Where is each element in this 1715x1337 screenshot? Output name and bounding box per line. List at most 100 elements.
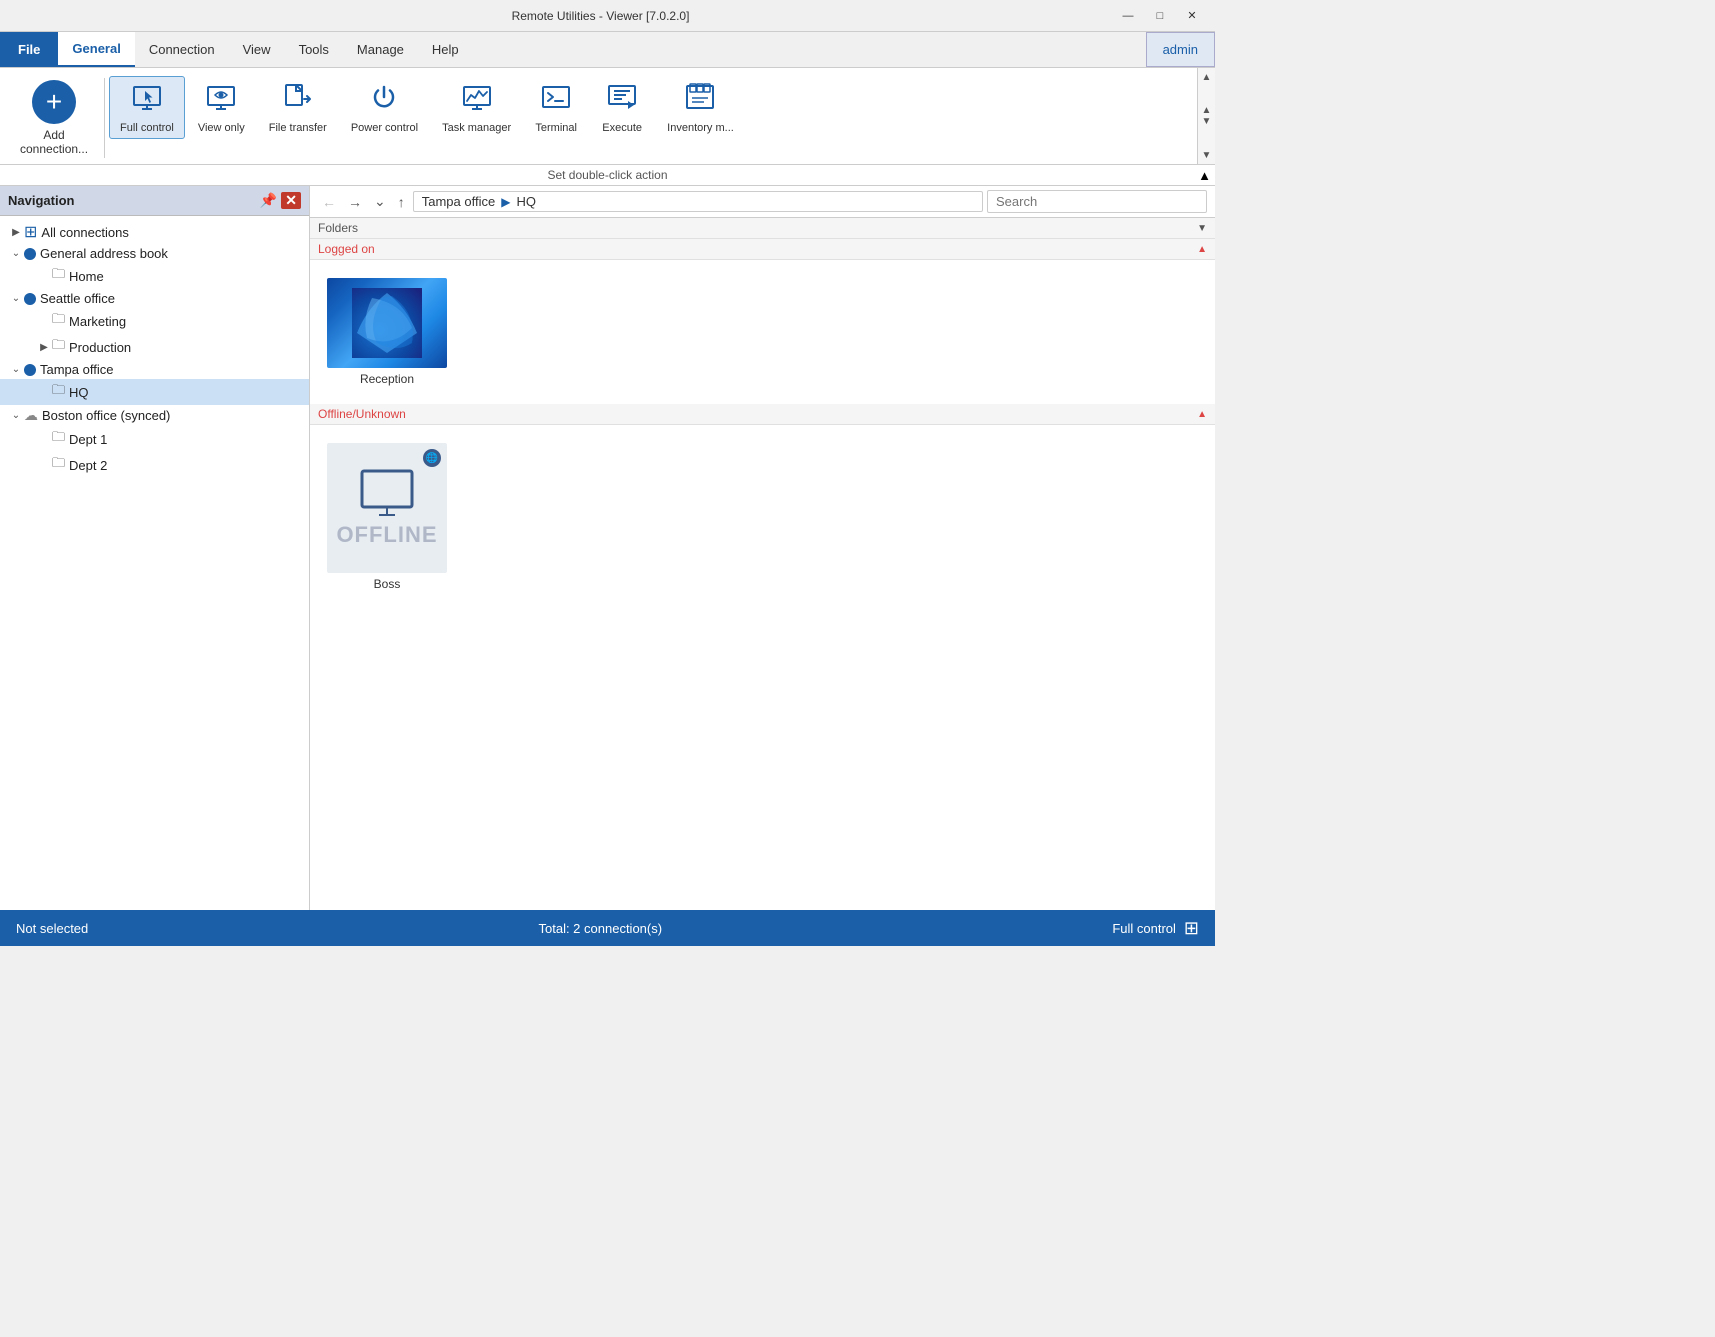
- tampa-status-dot: [24, 364, 36, 376]
- tree-expand-all[interactable]: ▶: [8, 227, 24, 238]
- dropdown-button[interactable]: ⌄: [370, 191, 390, 212]
- status-right: Full control ⊞: [1112, 918, 1199, 939]
- up-button[interactable]: ↑: [394, 192, 409, 212]
- tree-item-general-address-book[interactable]: ⌄ General address book: [0, 244, 309, 263]
- address-bar: ← → ⌄ ↑ Tampa office ▶ HQ: [310, 186, 1215, 218]
- toolbar-tools: Full control View only: [109, 72, 745, 143]
- execute-label: Execute: [602, 122, 642, 134]
- nav-header: Navigation 📌 ✕: [0, 186, 309, 216]
- seattle-status-dot: [24, 293, 36, 305]
- boss-card[interactable]: 🌐 OFFLINE Boss: [322, 437, 452, 597]
- tree-item-marketing[interactable]: ▶ 🗀 Marketing: [0, 308, 309, 334]
- tree-item-hq[interactable]: ▶ 🗀 HQ: [0, 379, 309, 405]
- search-input[interactable]: [987, 190, 1207, 213]
- logged-on-section-header[interactable]: Logged on ▲: [310, 239, 1215, 260]
- file-transfer-label: File transfer: [269, 122, 327, 134]
- nav-pin-button[interactable]: 📌: [260, 192, 277, 209]
- menu-view[interactable]: View: [229, 32, 285, 67]
- set-double-click-label: Set double-click action: [8, 168, 1207, 182]
- toolbar: + Addconnection... Full control: [0, 68, 1215, 165]
- nav-tree: ▶ ⊞ All connections ⌄ General address bo…: [0, 216, 309, 910]
- execute-button[interactable]: Execute: [590, 76, 654, 139]
- menu-general[interactable]: General: [58, 32, 134, 67]
- menu-bar: File General Connection View Tools Manag…: [0, 32, 1215, 68]
- monitor-icon: [359, 468, 415, 518]
- power-control-label: Power control: [351, 122, 418, 134]
- tree-item-home[interactable]: ▶ 🗀 Home: [0, 263, 309, 289]
- navigation-panel: Navigation 📌 ✕ ▶ ⊞ All connections ⌄ Gen…: [0, 186, 310, 910]
- offline-label: Offline/Unknown: [318, 407, 406, 421]
- offline-section-header[interactable]: Offline/Unknown ▲: [310, 404, 1215, 425]
- menu-file[interactable]: File: [0, 32, 58, 67]
- toolbar-scroll-down[interactable]: ▼: [1198, 146, 1215, 164]
- maximize-button[interactable]: □: [1145, 5, 1175, 27]
- close-button[interactable]: ✕: [1177, 5, 1207, 27]
- terminal-icon: [540, 81, 572, 120]
- add-icon: +: [32, 80, 76, 124]
- tree-item-tampa-office[interactable]: ⌄ Tampa office: [0, 360, 309, 379]
- title-bar: Remote Utilities - Viewer [7.0.2.0] ― □ …: [0, 0, 1215, 32]
- view-only-button[interactable]: View only: [187, 76, 256, 139]
- collapse-toolbar-button[interactable]: ▲: [1198, 168, 1211, 183]
- status-total: Total: 2 connection(s): [539, 921, 663, 936]
- tree-item-seattle-office[interactable]: ⌄ Seattle office: [0, 289, 309, 308]
- forward-button[interactable]: →: [344, 192, 366, 212]
- power-control-button[interactable]: Power control: [340, 76, 429, 139]
- add-connection-button[interactable]: + Addconnection...: [8, 72, 100, 164]
- tree-item-dept1[interactable]: ▶ 🗀 Dept 1: [0, 426, 309, 452]
- menu-manage[interactable]: Manage: [343, 32, 418, 67]
- reception-card[interactable]: Reception: [322, 272, 452, 392]
- file-transfer-icon: [282, 81, 314, 120]
- folders-chevron: ▼: [1197, 223, 1207, 234]
- task-manager-label: Task manager: [442, 122, 511, 134]
- tree-item-all-connections[interactable]: ▶ ⊞ All connections: [0, 220, 309, 244]
- file-transfer-button[interactable]: File transfer: [258, 76, 338, 139]
- power-control-icon: [368, 81, 400, 120]
- admin-button[interactable]: admin: [1146, 32, 1215, 67]
- title-bar-controls: ― □ ✕: [1113, 5, 1207, 27]
- breadcrumb-sep: ▶: [501, 195, 510, 209]
- breadcrumb[interactable]: Tampa office ▶ HQ: [413, 191, 983, 212]
- view-only-label: View only: [198, 122, 245, 134]
- breadcrumb-tampa: Tampa office: [422, 194, 495, 209]
- toolbar-scroll-mid[interactable]: ▲▼: [1198, 107, 1215, 125]
- full-control-icon: [131, 81, 163, 120]
- nav-close-button[interactable]: ✕: [281, 192, 301, 209]
- status-icon: ⊞: [1184, 918, 1199, 939]
- menu-help[interactable]: Help: [418, 32, 473, 67]
- terminal-button[interactable]: Terminal: [524, 76, 588, 139]
- toolbar-scroll: ▲ ▲▼ ▼: [1197, 68, 1215, 164]
- tree-expand-seattle[interactable]: ⌄: [8, 293, 24, 304]
- menu-tools[interactable]: Tools: [285, 32, 343, 67]
- status-center: Total: 2 connection(s): [539, 921, 663, 936]
- tree-item-production[interactable]: ▶ 🗀 Production: [0, 334, 309, 360]
- nav-title: Navigation: [8, 193, 74, 208]
- inventory-button[interactable]: Inventory m...: [656, 76, 745, 139]
- boss-thumbnail: 🌐 OFFLINE: [327, 443, 447, 573]
- toolbar-scroll-up[interactable]: ▲: [1198, 68, 1215, 86]
- back-button[interactable]: ←: [318, 192, 340, 212]
- logged-on-label: Logged on: [318, 242, 375, 256]
- minimize-button[interactable]: ―: [1113, 5, 1143, 27]
- tree-expand-gab[interactable]: ⌄: [8, 248, 24, 259]
- menu-connection[interactable]: Connection: [135, 32, 229, 67]
- full-control-button[interactable]: Full control: [109, 76, 185, 139]
- gab-status-dot: [24, 248, 36, 260]
- execute-icon: [606, 81, 638, 120]
- tree-expand-production[interactable]: ▶: [36, 342, 52, 353]
- toolbar-divider-1: [104, 78, 105, 158]
- tree-item-dept2[interactable]: ▶ 🗀 Dept 2: [0, 452, 309, 478]
- nav-header-icons: 📌 ✕: [260, 192, 301, 209]
- tree-expand-boston[interactable]: ⌄: [8, 410, 24, 421]
- tree-item-boston-office[interactable]: ⌄ ☁ Boston office (synced): [0, 405, 309, 426]
- status-bar: Not selected Total: 2 connection(s) Full…: [0, 910, 1215, 946]
- offline-text-label: OFFLINE: [336, 522, 437, 548]
- title-bar-text: Remote Utilities - Viewer [7.0.2.0]: [88, 9, 1113, 23]
- logged-on-cards: Reception: [310, 260, 1215, 404]
- inventory-icon: [684, 81, 716, 120]
- tree-expand-tampa[interactable]: ⌄: [8, 364, 24, 375]
- folders-section-header[interactable]: Folders ▼: [310, 218, 1215, 239]
- view-only-icon: [205, 81, 237, 120]
- task-manager-button[interactable]: Task manager: [431, 76, 522, 139]
- logged-on-chevron: ▲: [1197, 244, 1207, 255]
